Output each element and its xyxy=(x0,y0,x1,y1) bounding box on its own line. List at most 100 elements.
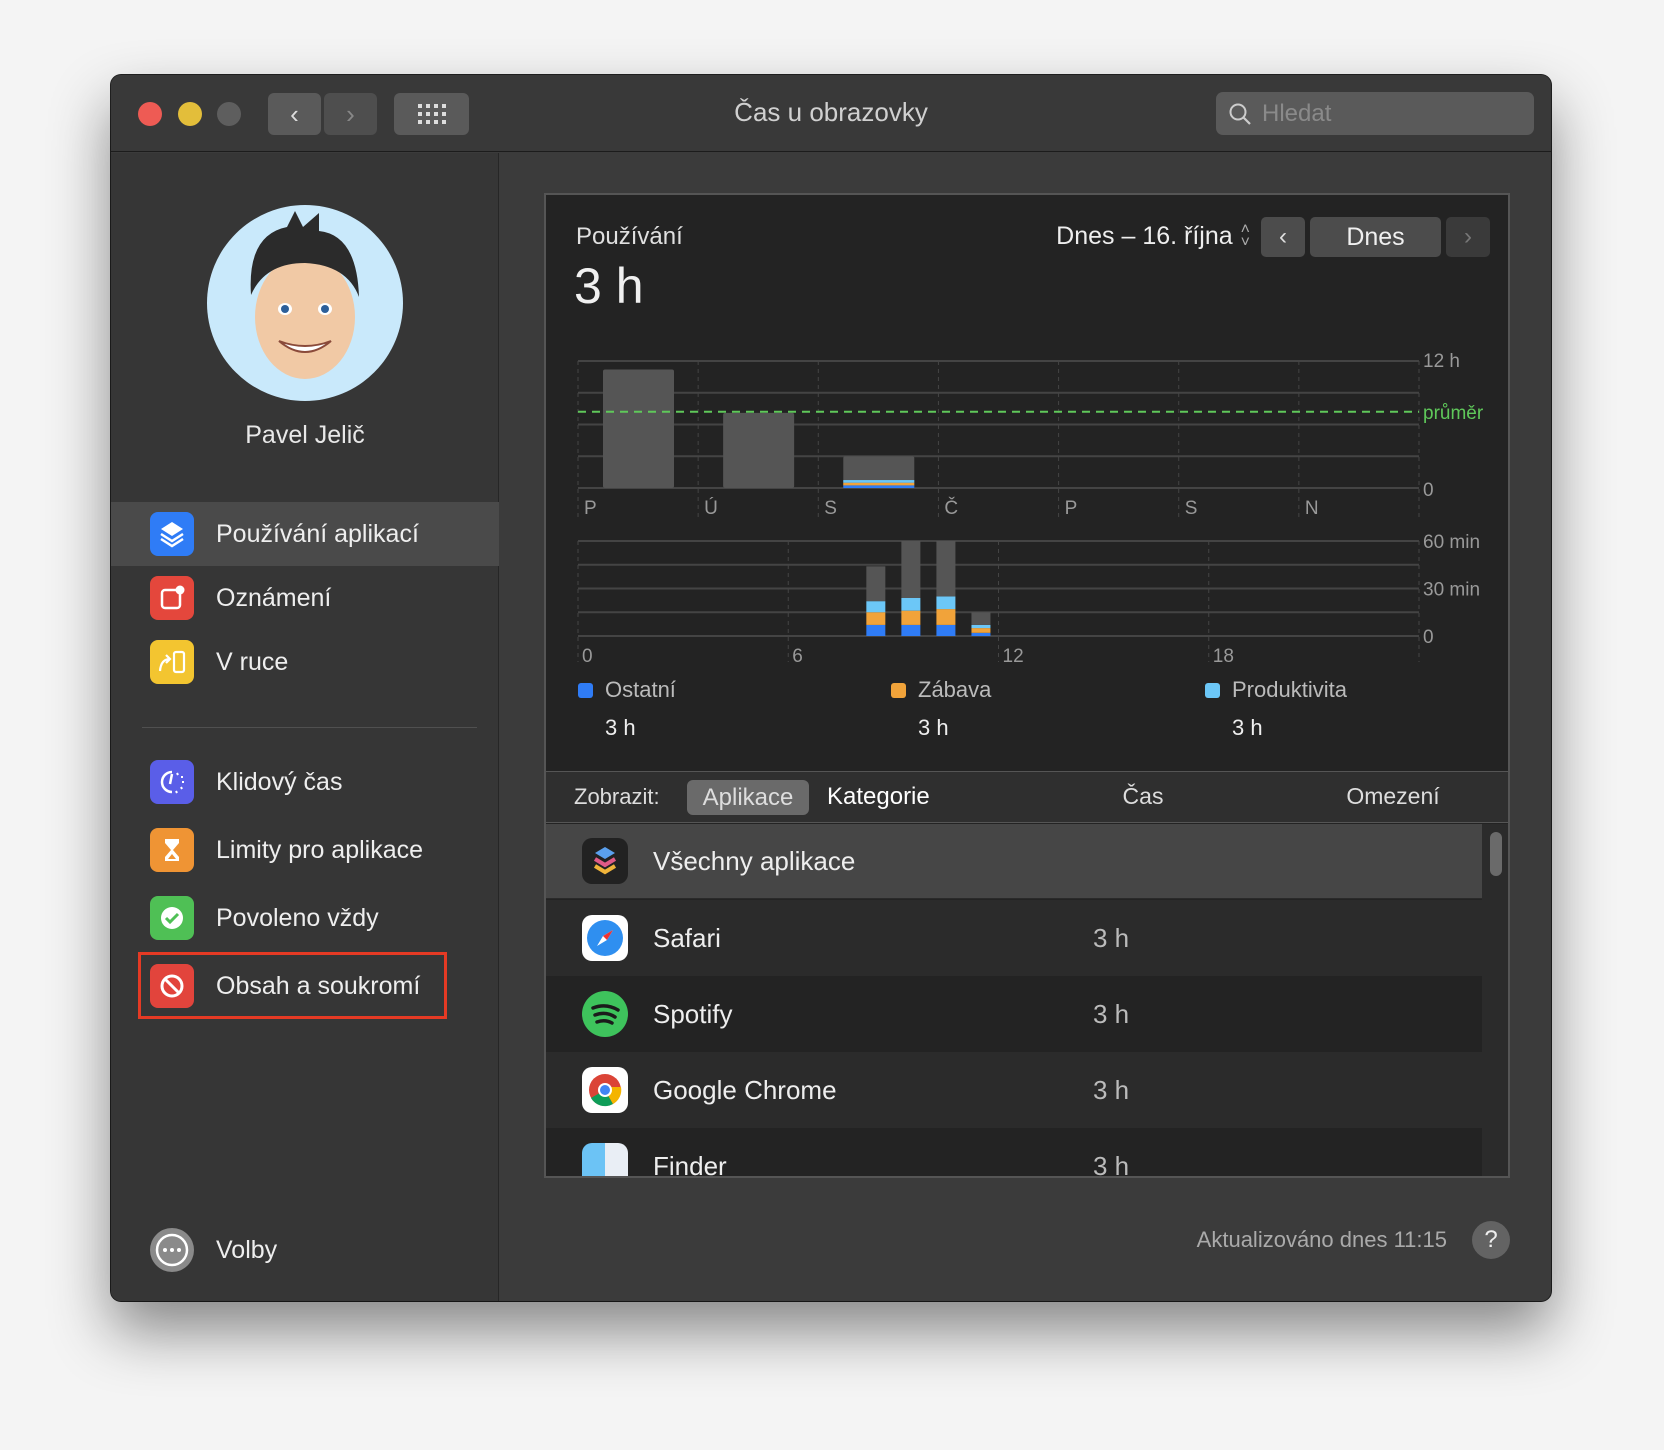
finder-icon xyxy=(582,1143,628,1176)
list-header: Zobrazit: Aplikace Kategorie Čas Omezení xyxy=(546,771,1508,823)
y-tick-label: 30 min xyxy=(1423,580,1480,601)
layers-icon xyxy=(150,512,194,556)
column-limit[interactable]: Omezení xyxy=(1336,783,1450,810)
search-input[interactable] xyxy=(1262,99,1522,128)
week-bar-segment xyxy=(843,482,915,486)
help-button[interactable]: ? xyxy=(1472,1221,1510,1259)
legend-item: Zábava xyxy=(891,677,991,703)
week-bar xyxy=(723,412,795,488)
legend-label: Zábava xyxy=(918,677,992,702)
hour-bar-segment xyxy=(971,624,991,629)
hour-bar-segment xyxy=(901,610,921,625)
search-icon xyxy=(1229,103,1251,125)
highlight-box xyxy=(138,952,447,1019)
show-label: Zobrazit: xyxy=(574,784,660,809)
list-item[interactable]: Finder 3 h xyxy=(546,1128,1482,1176)
ellipsis-circle-icon xyxy=(150,1228,194,1272)
search-field[interactable] xyxy=(1216,92,1534,135)
day-label: Č xyxy=(944,497,958,519)
sidebar-item-always-allowed[interactable]: Povoleno vždy xyxy=(111,886,499,950)
y-tick-label: 0 xyxy=(1423,480,1434,501)
x-tick-label: 12 xyxy=(1003,646,1024,667)
list-item[interactable]: Google Chrome 3 h xyxy=(546,1052,1482,1128)
app-name: Finder xyxy=(653,1150,727,1177)
options-label: Volby xyxy=(216,1235,278,1264)
hour-bar-segment xyxy=(971,612,991,625)
usage-card: Používání 3 h Dnes – 16. října ˄ ˅ ‹ Dnes… xyxy=(544,193,1510,1178)
safari-icon xyxy=(582,915,628,961)
hour-bar-segment xyxy=(936,609,956,625)
day-label: N xyxy=(1305,498,1319,519)
legend-value: 3 h xyxy=(605,715,636,740)
list-item[interactable]: Safari 3 h xyxy=(546,900,1482,976)
hour-bar-segment xyxy=(866,566,886,602)
week-bar xyxy=(603,369,674,488)
hour-bar-segment xyxy=(971,632,991,636)
app-time: 3 h xyxy=(1093,922,1130,953)
app-name: Google Chrome xyxy=(653,1074,837,1105)
scrollbar-track[interactable] xyxy=(1482,824,1508,1176)
average-label: průměr xyxy=(1423,403,1484,424)
legend-item: Produktivita xyxy=(1205,677,1347,703)
app-list: Všechny aplikace Safari 3 h Spotify 3 h … xyxy=(546,824,1508,1176)
sidebar-item-label: Limity pro aplikace xyxy=(216,835,424,864)
screen-time-window: ‹ › Čas u obrazovky Pavel Jelič Používán… xyxy=(111,75,1551,1301)
legend-swatch xyxy=(578,682,593,698)
app-time: 3 h xyxy=(1093,1074,1130,1105)
hour-bar-segment xyxy=(901,598,921,611)
legend-swatch xyxy=(1205,682,1220,698)
app-name: Safari xyxy=(653,922,721,953)
hour-bar-segment xyxy=(936,624,956,636)
chrome-icon xyxy=(582,1067,628,1113)
sidebar-item-app-limits[interactable]: Limity pro aplikace xyxy=(111,818,499,882)
app-name: Všechny aplikace xyxy=(653,845,856,876)
checkmark-badge-icon xyxy=(150,896,194,940)
all-apps-icon xyxy=(582,838,628,884)
options-button[interactable]: Volby xyxy=(111,1218,499,1282)
hourglass-icon xyxy=(150,828,194,872)
hour-bar-segment xyxy=(936,596,956,610)
spotify-icon xyxy=(582,991,628,1037)
sidebar-item-downtime[interactable]: Klidový čas xyxy=(111,750,499,814)
sidebar-item-notifications[interactable]: Oznámení xyxy=(111,566,499,630)
sidebar-divider xyxy=(142,727,477,728)
hour-bar-segment xyxy=(936,541,956,597)
x-tick-label: 0 xyxy=(582,646,593,667)
sidebar-item-label: Používání aplikací xyxy=(216,519,419,548)
y-tick-label: 12 h xyxy=(1423,351,1460,372)
list-item-all-apps[interactable]: Všechny aplikace xyxy=(546,824,1482,899)
sidebar-item-label: V ruce xyxy=(216,647,289,676)
column-time[interactable]: Čas xyxy=(1108,783,1178,810)
usage-charts: P Ú S Č P S Nprůměr 12 h 0 0 6 12 18 60 min 30 min 0 xyxy=(577,351,1484,667)
sidebar-item-label: Povoleno vždy xyxy=(216,903,379,932)
avatar[interactable] xyxy=(207,205,403,401)
legend-label: Ostatní xyxy=(605,677,676,702)
y-tick-label: 0 xyxy=(1423,627,1434,648)
list-item[interactable]: Spotify 3 h xyxy=(546,976,1482,1052)
hour-bar-segment xyxy=(971,628,991,633)
day-label: Ú xyxy=(704,497,718,519)
memoji-avatar-icon xyxy=(250,211,359,379)
y-tick-label: 60 min xyxy=(1423,532,1480,553)
x-tick-label: 6 xyxy=(792,646,803,667)
hour-bar-segment xyxy=(866,601,886,613)
updated-label: Aktualizováno dnes 11:15 xyxy=(1196,1227,1447,1252)
day-label: S xyxy=(1185,498,1198,519)
legend-label: Produktivita xyxy=(1232,677,1347,702)
day-label: S xyxy=(824,498,837,519)
day-label: P xyxy=(1065,498,1078,519)
hour-bar-segment xyxy=(866,612,886,625)
app-time: 3 h xyxy=(1093,1150,1130,1177)
segment-apps[interactable]: Aplikace xyxy=(687,780,809,815)
segment-categories[interactable]: Kategorie xyxy=(827,783,930,811)
sidebar: Pavel Jelič Používání aplikací Oznámení … xyxy=(111,153,499,1301)
x-tick-label: 18 xyxy=(1213,646,1234,667)
title-bar: ‹ › Čas u obrazovky xyxy=(111,75,1551,152)
app-time: 3 h xyxy=(1093,998,1130,1029)
hour-bar-segment xyxy=(866,624,886,636)
scrollbar-thumb[interactable] xyxy=(1490,832,1502,876)
sidebar-item-app-usage[interactable]: Používání aplikací xyxy=(111,502,499,566)
week-bar-segment xyxy=(843,485,915,488)
user-name: Pavel Jelič xyxy=(245,421,365,449)
sidebar-item-pickups[interactable]: V ruce xyxy=(111,630,499,694)
